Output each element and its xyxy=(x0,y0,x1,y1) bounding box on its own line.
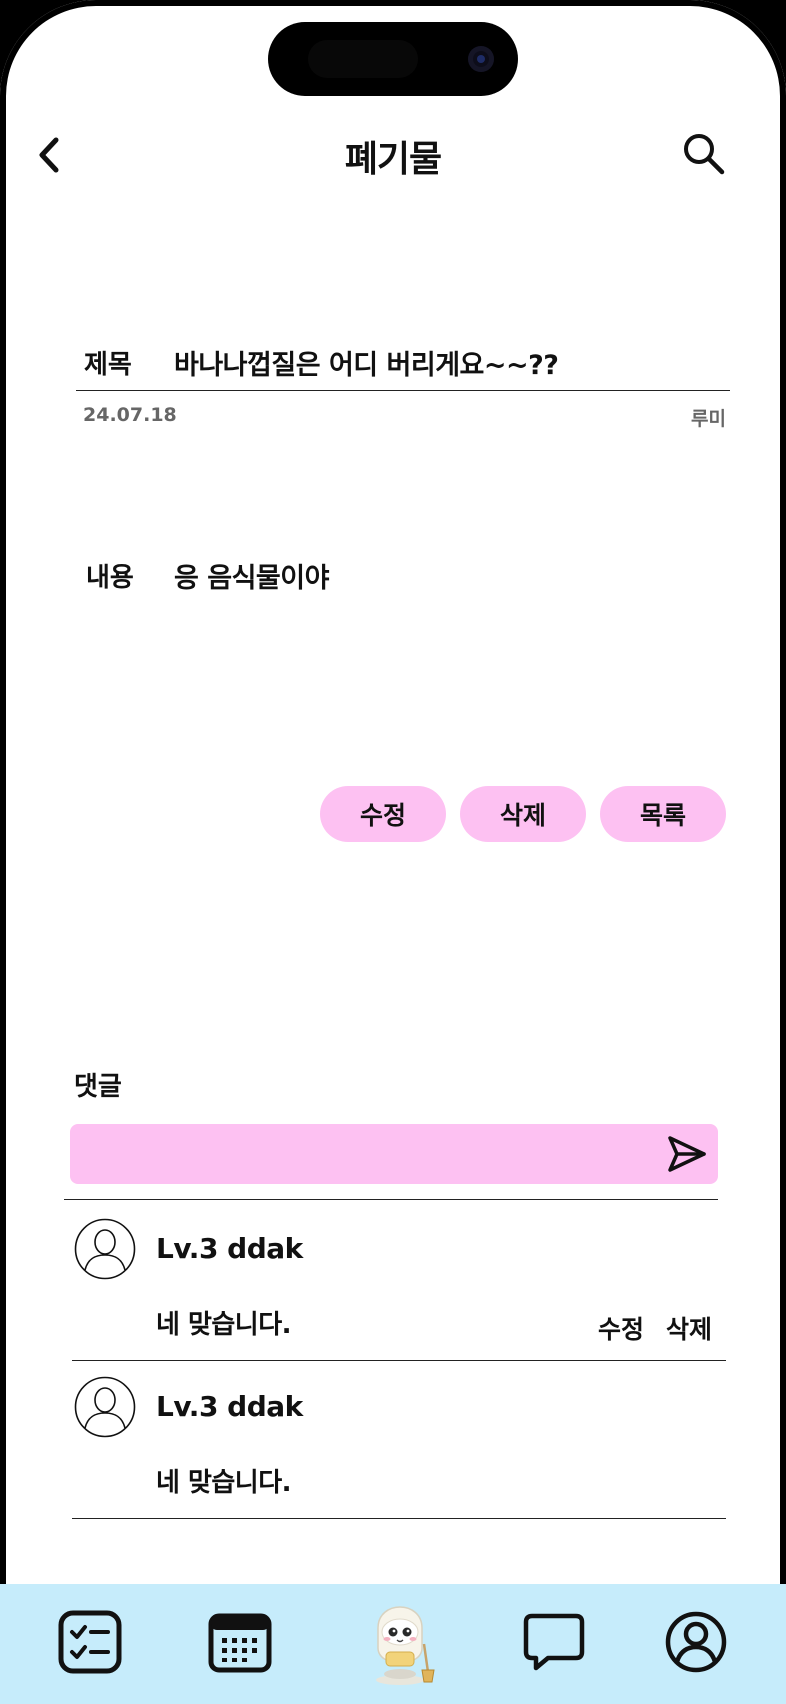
post-content: 응 음식물이야 xyxy=(174,563,329,594)
comment-text: 네 맞습니다. xyxy=(156,1468,292,1498)
content-label: 내용 xyxy=(86,563,134,593)
comments-heading: 댓글 xyxy=(74,1072,122,1102)
comment-text: 네 맞습니다. xyxy=(156,1310,292,1340)
edit-button[interactable]: 수정 xyxy=(320,786,446,842)
dynamic-island xyxy=(268,22,518,96)
delete-button[interactable]: 삭제 xyxy=(460,786,586,842)
bottom-tab-bar xyxy=(0,1584,786,1704)
calendar-icon[interactable] xyxy=(208,1610,272,1674)
comment-author: Lv.3 ddak xyxy=(156,1390,303,1423)
avatar-icon xyxy=(74,1376,136,1438)
comment-divider xyxy=(72,1360,726,1361)
send-icon[interactable] xyxy=(666,1134,708,1174)
comment-input[interactable] xyxy=(84,1124,648,1186)
chat-bubble-icon[interactable] xyxy=(522,1610,586,1674)
title-label: 제목 xyxy=(84,350,132,380)
comment-author: Lv.3 ddak xyxy=(156,1232,303,1265)
comment-input-divider xyxy=(64,1199,718,1200)
list-button[interactable]: 목록 xyxy=(600,786,726,842)
mascot-icon[interactable] xyxy=(362,1588,442,1688)
comment-edit-button[interactable]: 수정 xyxy=(598,1315,644,1344)
post-author: 루미 xyxy=(691,408,726,430)
island-sensor xyxy=(308,40,418,78)
comment-delete-button[interactable]: 삭제 xyxy=(666,1315,712,1344)
checklist-icon[interactable] xyxy=(58,1610,122,1674)
page-title: 폐기물 xyxy=(344,139,442,180)
front-camera xyxy=(468,46,494,72)
comment-item: Lv.3 ddak 네 맞습니다. 수정 삭제 xyxy=(0,1218,786,1376)
comment-divider xyxy=(72,1518,726,1519)
profile-icon[interactable] xyxy=(664,1610,728,1674)
comment-input-box xyxy=(70,1124,718,1186)
search-icon[interactable] xyxy=(680,130,728,178)
comment-item: Lv.3 ddak 네 맞습니다. xyxy=(0,1376,786,1534)
phone-screen: 폐기물 제목 바나나껍질은 어디 버리게요~~?? 24.07.18 루미 내용… xyxy=(0,0,786,1704)
post-title: 바나나껍질은 어디 버리게요~~?? xyxy=(174,350,559,381)
post-date: 24.07.18 xyxy=(83,404,177,426)
avatar-icon xyxy=(74,1218,136,1280)
comment-actions: 수정 삭제 xyxy=(598,1310,734,1346)
title-divider xyxy=(76,390,730,391)
